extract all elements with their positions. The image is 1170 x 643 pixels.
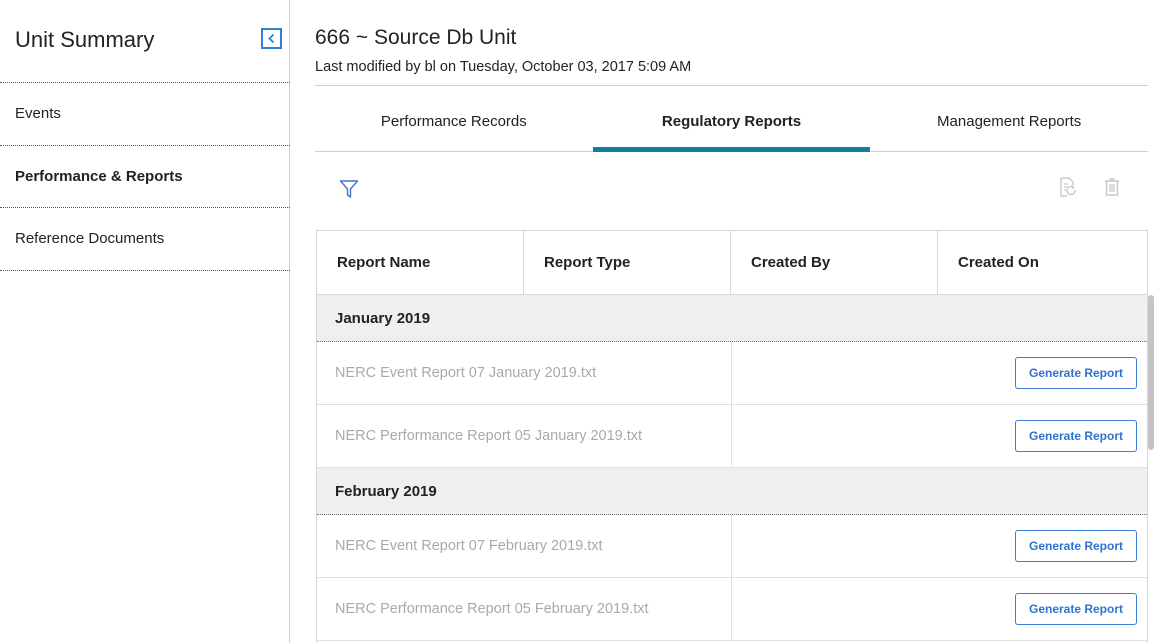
sidebar-item-label: Events	[15, 105, 61, 123]
sidebar-item-events[interactable]: Events	[0, 83, 290, 146]
group-header-row: February 2019	[317, 468, 1147, 515]
main-panel: 666 ~ Source Db Unit Last modified by bl…	[315, 0, 1148, 643]
sidebar-item-performance-reports[interactable]: Performance & Reports	[0, 146, 290, 208]
action-cell: Generate Report	[732, 342, 1147, 404]
report-name-cell: NERC Performance Report 05 February 2019…	[317, 578, 732, 640]
report-name-cell: NERC Event Report 07 January 2019.txt	[317, 342, 732, 404]
generate-report-button[interactable]: Generate Report	[1015, 420, 1137, 452]
sidebar-item-label: Performance & Reports	[15, 167, 183, 185]
column-header-created-on[interactable]: Created On	[938, 231, 1145, 294]
sidebar: Unit Summary Events Performance & Report…	[0, 0, 290, 643]
table-row: NERC Performance Report 05 January 2019.…	[317, 405, 1147, 468]
sidebar-item-label: Reference Documents	[15, 230, 165, 248]
action-cell: Generate Report	[732, 578, 1147, 640]
table-header: Report Name Report Type Created By Creat…	[317, 231, 1147, 295]
tab-management-reports[interactable]: Management Reports	[870, 92, 1148, 151]
column-header-report-type[interactable]: Report Type	[524, 231, 731, 294]
filter-icon[interactable]	[339, 178, 359, 200]
table-row: NERC Event Report 07 January 2019.txt Ge…	[317, 342, 1147, 405]
column-header-report-name[interactable]: Report Name	[317, 231, 524, 294]
group-header-row: January 2019	[317, 295, 1147, 342]
table-row: NERC Performance Report 05 February 2019…	[317, 578, 1147, 641]
action-cell: Generate Report	[732, 515, 1147, 577]
sidebar-nav: Events Performance & Reports Reference D…	[0, 82, 290, 271]
trash-icon[interactable]	[1102, 176, 1122, 198]
collapse-sidebar-button[interactable]	[261, 28, 282, 49]
generate-report-button[interactable]: Generate Report	[1015, 530, 1137, 562]
last-modified-text: Last modified by bl on Tuesday, October …	[315, 59, 692, 75]
header-divider	[315, 85, 1148, 86]
generate-report-button[interactable]: Generate Report	[1015, 593, 1137, 625]
tab-regulatory-reports[interactable]: Regulatory Reports	[592, 92, 871, 152]
report-tabs: Performance Records Regulatory Reports M…	[315, 92, 1148, 152]
vertical-scrollbar[interactable]	[1148, 295, 1154, 450]
action-cell: Generate Report	[732, 405, 1147, 467]
document-refresh-icon[interactable]	[1058, 176, 1078, 198]
tab-performance-records[interactable]: Performance Records	[315, 92, 593, 151]
page-title: 666 ~ Source Db Unit	[315, 26, 517, 49]
reports-table: Report Name Report Type Created By Creat…	[316, 230, 1148, 643]
generate-report-button[interactable]: Generate Report	[1015, 357, 1137, 389]
sidebar-item-reference-documents[interactable]: Reference Documents	[0, 208, 290, 271]
report-name-cell: NERC Performance Report 05 January 2019.…	[317, 405, 732, 467]
sidebar-title: Unit Summary	[15, 27, 155, 52]
column-header-created-by[interactable]: Created By	[731, 231, 938, 294]
table-row: NERC Event Report 07 February 2019.txt G…	[317, 515, 1147, 578]
chevron-left-icon	[268, 33, 275, 44]
report-name-cell: NERC Event Report 07 February 2019.txt	[317, 515, 732, 577]
